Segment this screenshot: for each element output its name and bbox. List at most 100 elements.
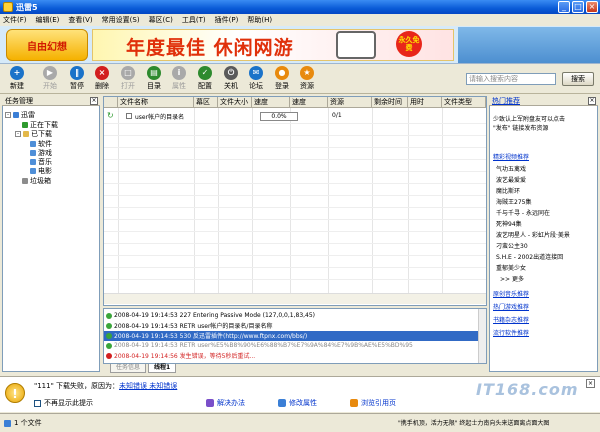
ad-mascot-image — [336, 31, 376, 59]
downloading-icon — [22, 122, 28, 128]
tab-task-info[interactable]: 任务信息 — [110, 364, 147, 373]
menu-settings[interactable]: 常用设置(S) — [102, 15, 140, 25]
recommend-title[interactable]: 热门推荐 — [489, 96, 598, 106]
resources-icon: ★ — [300, 66, 314, 80]
video-link[interactable]: 千与千寻 - 永远同在 — [496, 208, 550, 217]
title-bar: 迅雷5 — [0, 0, 600, 14]
task-list-scrollbar[interactable] — [104, 293, 486, 304]
status-file-count: 1 个文件 — [4, 418, 42, 428]
software-icon — [30, 141, 36, 147]
forum-button[interactable]: ✉ 论坛 — [245, 66, 267, 91]
properties-button[interactable]: i 属性 — [168, 66, 190, 91]
checkbox-box — [34, 399, 41, 407]
video-link[interactable]: 死神94集 — [496, 219, 522, 228]
column-zone[interactable]: 幕区 — [194, 97, 218, 108]
properties-icon — [278, 399, 286, 407]
task-manager-close-button[interactable]: × — [90, 97, 98, 105]
game-section-title[interactable]: 热门游戏推荐 — [493, 302, 529, 311]
downloading-status-icon: ↻ — [107, 111, 114, 120]
menu-file[interactable]: 文件(F) — [3, 15, 27, 25]
config-button[interactable]: ✓ 配置 — [194, 66, 216, 91]
column-speed[interactable]: 速度 — [290, 97, 328, 108]
row-divider — [104, 135, 486, 136]
status-ad-text[interactable]: "携手机顶，活力无限" 终起士力南向头来送面离点面大图 — [398, 418, 549, 427]
menu-view[interactable]: 查看(V) — [68, 15, 92, 25]
column-progress[interactable]: 速度 — [252, 97, 290, 108]
menu-tools[interactable]: 工具(T) — [182, 15, 206, 25]
task-list — [103, 96, 487, 306]
maximize-button[interactable]: □ — [572, 1, 584, 13]
video-link[interactable]: 气功五禽戏 — [496, 164, 526, 173]
ad-badge: 永久免费 — [396, 31, 422, 57]
video-section-title[interactable]: 精彩视频推荐 — [493, 152, 529, 161]
tree-category-movies[interactable]: 电影 — [30, 166, 52, 176]
books-section-title[interactable]: 书籍杂志推荐 — [493, 315, 529, 324]
shutdown-button[interactable]: ⏻ 关机 — [220, 66, 242, 91]
new-button[interactable]: + 新建 — [6, 66, 28, 91]
game-logo[interactable]: 自由幻想 — [6, 29, 88, 61]
menu-edit[interactable]: 编辑(E) — [36, 15, 60, 25]
delete-button[interactable]: × 删除 — [91, 66, 113, 91]
column-divider — [442, 108, 443, 304]
window-title: 迅雷5 — [16, 2, 38, 12]
menu-zone[interactable]: 幕区(C) — [149, 15, 173, 25]
row-divider — [104, 267, 486, 268]
warning-icon: ! — [5, 383, 25, 403]
log-line: 2008-04-19 19:14:53 RETR user帐户的目录名/目录名称 — [106, 321, 272, 330]
column-status[interactable] — [104, 97, 118, 108]
tree-downloaded[interactable]: - 已下载 — [15, 129, 52, 139]
folder-icon — [23, 131, 29, 137]
error-detail-link[interactable]: 未知错误 — [147, 382, 177, 390]
minimize-button[interactable]: _ — [558, 1, 570, 13]
login-button[interactable]: ● 登录 — [271, 66, 293, 91]
software-section-title[interactable]: 流行软件推荐 — [493, 328, 529, 337]
power-icon: ⏻ — [224, 66, 238, 80]
solution-link[interactable]: 解决办法 — [206, 398, 245, 408]
pause-button[interactable]: ‖ 暂停 — [66, 66, 88, 91]
video-link[interactable]: S.H.E - 2002出道连接回 — [496, 252, 563, 261]
tab-thread-1[interactable]: 线程1 — [148, 364, 177, 373]
menu-plugins[interactable]: 插件(P) — [215, 15, 239, 25]
games-icon — [30, 150, 36, 156]
tree-trash[interactable]: 垃圾箱 — [22, 176, 51, 186]
menu-help[interactable]: 帮助(H) — [247, 15, 272, 25]
video-link[interactable]: 刁蛮公主30 — [496, 241, 528, 250]
close-button[interactable]: × — [586, 1, 598, 13]
dont-show-checkbox[interactable]: 不再显示此提示 — [34, 398, 93, 408]
video-link[interactable]: 波艺最爱爱 — [496, 175, 526, 184]
folder-button[interactable]: ▤ 目录 — [143, 66, 165, 91]
column-elapsed[interactable]: 用时 — [408, 97, 442, 108]
modify-properties-link[interactable]: 修改属性 — [278, 398, 317, 408]
task-progress-bar: 0.0% — [260, 112, 298, 121]
column-filesize[interactable]: 文件大小 — [218, 97, 252, 108]
search-input[interactable]: 请输入搜索内容 — [466, 73, 556, 85]
start-button[interactable]: ▶ 开始 — [39, 66, 61, 91]
column-filetype[interactable]: 文件类型 — [442, 97, 486, 108]
column-remaining[interactable]: 剩余时间 — [372, 97, 408, 108]
column-filename[interactable]: 文件名称 — [118, 97, 194, 108]
column-resources[interactable]: 资源 — [328, 97, 372, 108]
file-icon — [126, 113, 132, 119]
row-divider — [104, 183, 486, 184]
resources-button[interactable]: ★ 资源 — [296, 66, 318, 91]
video-link[interactable]: 波艺明星人 - 彩虹片段·美景 — [496, 230, 570, 239]
more-link[interactable]: >> 更多 — [500, 274, 524, 283]
recommend-intro: "发布" 链接发布资源 — [493, 125, 549, 132]
error-reason-link[interactable]: 未知错误 — [119, 382, 147, 390]
browse-referrer-link[interactable]: 浏览引用页 — [350, 398, 396, 408]
app-icon — [3, 2, 13, 12]
recommend-close-button[interactable]: × — [588, 97, 596, 105]
row-divider — [104, 147, 486, 148]
search-button[interactable]: 搜索 — [562, 72, 594, 86]
video-link[interactable]: 海贼王275集 — [496, 197, 531, 206]
log-scrollbar[interactable] — [478, 309, 486, 363]
info-icon — [106, 322, 112, 329]
row-divider — [104, 279, 486, 280]
open-button[interactable]: □ 打开 — [117, 66, 139, 91]
tree-root[interactable]: - 迅雷 — [5, 110, 35, 120]
video-link[interactable]: 重郁美少女 — [496, 263, 526, 272]
music-section-title[interactable]: 原创音乐推荐 — [493, 289, 529, 298]
row-divider — [104, 255, 486, 256]
video-link[interactable]: 魔比斯环 — [496, 186, 520, 195]
notification-close-button[interactable]: × — [586, 379, 595, 388]
